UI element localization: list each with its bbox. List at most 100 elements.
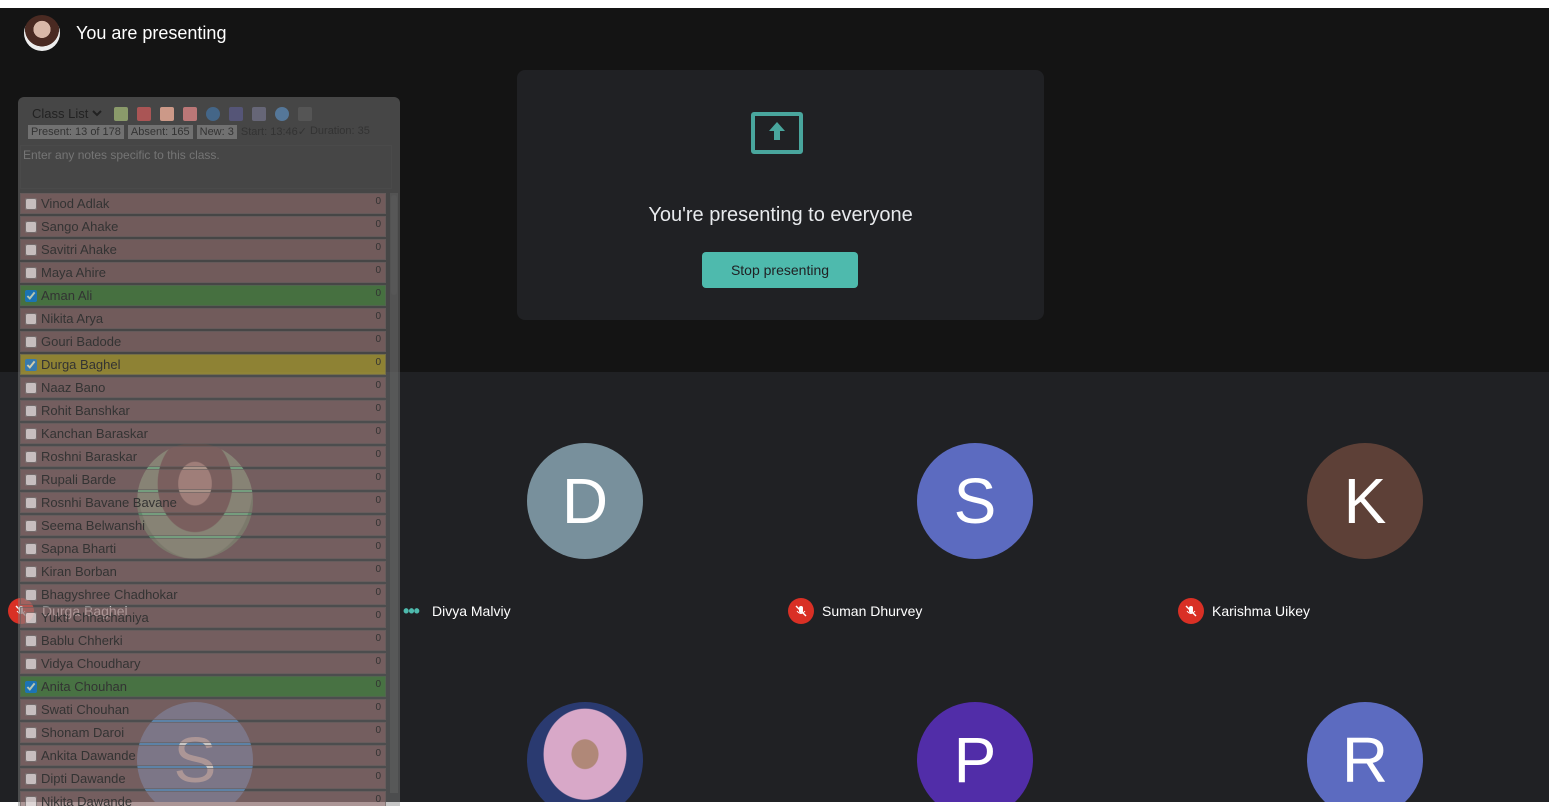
phone-icon[interactable]: 0 [375, 403, 381, 414]
attendance-checkbox[interactable] [25, 404, 37, 417]
attendance-checkbox[interactable] [25, 657, 37, 670]
attendance-checkbox[interactable] [25, 427, 37, 440]
notes-icon[interactable] [114, 106, 128, 121]
html-icon[interactable] [252, 106, 266, 121]
attendance-checkbox[interactable] [25, 496, 37, 509]
phone-icon[interactable]: 0 [375, 265, 381, 276]
student-row[interactable]: Naaz Bano 0 [20, 377, 386, 398]
student-row[interactable]: Swati Chouhan 0 [20, 699, 386, 720]
participant-tile[interactable]: S Suman Dhurvey [780, 372, 1170, 624]
attendance-checkbox[interactable] [25, 335, 37, 348]
attendance-checkbox[interactable] [25, 381, 37, 394]
class-list-select[interactable]: Class List [28, 105, 105, 122]
phone-icon[interactable]: 0 [375, 495, 381, 506]
phone-icon[interactable]: 0 [375, 771, 381, 782]
attendance-checkbox[interactable] [25, 726, 37, 739]
phone-icon[interactable]: 0 [375, 656, 381, 667]
attendance-checkbox[interactable] [25, 634, 37, 647]
attendance-checkbox[interactable] [25, 220, 37, 233]
student-row[interactable]: Aman Ali 0 [20, 285, 386, 306]
stop-presenting-button[interactable]: Stop presenting [702, 252, 858, 288]
globe-icon[interactable] [206, 106, 220, 121]
phone-icon[interactable]: 0 [375, 311, 381, 322]
pin-icon[interactable] [298, 106, 312, 121]
phone-icon[interactable]: 0 [375, 518, 381, 529]
phone-icon[interactable]: 0 [375, 725, 381, 736]
attendance-checkbox[interactable] [25, 772, 37, 785]
student-row[interactable]: Maya Ahire 0 [20, 262, 386, 283]
student-row[interactable]: Kanchan Baraskar 0 [20, 423, 386, 444]
attendance-checkbox[interactable] [25, 289, 37, 302]
eraser-icon[interactable] [183, 106, 197, 121]
student-row[interactable]: Rohit Banshkar 0 [20, 400, 386, 421]
phone-icon[interactable]: 0 [375, 334, 381, 345]
attendance-checkbox[interactable] [25, 243, 37, 256]
attendance-checkbox[interactable] [25, 611, 37, 624]
class-notes-field[interactable] [20, 145, 392, 189]
delete-icon[interactable] [137, 106, 151, 121]
student-row[interactable]: Seema Belwanshi 0 [20, 515, 386, 536]
attendance-checkbox[interactable] [25, 450, 37, 463]
phone-icon[interactable]: 0 [375, 357, 381, 368]
attendance-checkbox[interactable] [25, 680, 37, 693]
phone-icon[interactable]: 0 [375, 472, 381, 483]
participant-tile[interactable]: D ••• Divya Malviy [390, 372, 780, 621]
phone-icon[interactable]: 0 [375, 541, 381, 552]
student-row[interactable]: Nikita Dawande 0 [20, 791, 386, 806]
student-row[interactable]: Rupali Barde 0 [20, 469, 386, 490]
phone-icon[interactable]: 0 [375, 633, 381, 644]
attendance-checkbox[interactable] [25, 519, 37, 532]
attendance-checkbox[interactable] [25, 542, 37, 555]
student-row[interactable]: Gouri Badode 0 [20, 331, 386, 352]
phone-icon[interactable]: 0 [375, 449, 381, 460]
attendance-checkbox[interactable] [25, 588, 37, 601]
attendance-checkbox[interactable] [25, 565, 37, 578]
student-row[interactable]: Shonam Daroi 0 [20, 722, 386, 743]
phone-icon[interactable]: 0 [375, 380, 381, 391]
student-row[interactable]: Sango Ahake 0 [20, 216, 386, 237]
student-row[interactable]: Bhagyshree Chadhokar 0 [20, 584, 386, 605]
attendance-checkbox[interactable] [25, 703, 37, 716]
attendance-checkbox[interactable] [25, 358, 37, 371]
phone-icon[interactable]: 0 [375, 610, 381, 621]
student-row[interactable]: Rosnhi Bavane Bavane 0 [20, 492, 386, 513]
student-list-scrollbar[interactable] [390, 193, 398, 793]
student-row[interactable]: Bablu Chherki 0 [20, 630, 386, 651]
phone-icon[interactable]: 0 [375, 426, 381, 437]
student-row[interactable]: Roshni Baraskar 0 [20, 446, 386, 467]
student-row[interactable]: Yukti Chhachaniya 0 [20, 607, 386, 628]
student-row[interactable]: Vinod Adlak 0 [20, 193, 386, 214]
student-row[interactable]: Vidya Choudhary 0 [20, 653, 386, 674]
settings-icon[interactable] [275, 106, 289, 121]
phone-icon[interactable]: 0 [375, 748, 381, 759]
phone-icon[interactable]: 0 [375, 288, 381, 299]
document-icon[interactable] [160, 106, 174, 121]
attendance-checkbox[interactable] [25, 473, 37, 486]
attendance-checkbox[interactable] [25, 266, 37, 279]
participant-tile[interactable]: K Karishma Uikey [1170, 372, 1549, 624]
participant-tile[interactable]: R [1170, 631, 1549, 802]
student-row[interactable]: Anita Chouhan 0 [20, 676, 386, 697]
phone-icon[interactable]: 0 [375, 794, 381, 805]
student-row[interactable]: Durga Baghel 0 [20, 354, 386, 375]
phone-icon[interactable]: 0 [375, 587, 381, 598]
phone-icon[interactable]: 0 [375, 679, 381, 690]
attendance-checkbox[interactable] [25, 312, 37, 325]
participant-tile[interactable] [390, 631, 780, 802]
student-row[interactable]: Ankita Dawande 0 [20, 745, 386, 766]
save-icon[interactable] [229, 106, 243, 121]
attendance-checkbox[interactable] [25, 749, 37, 762]
phone-icon[interactable]: 0 [375, 196, 381, 207]
scrollbar-thumb[interactable] [391, 195, 397, 295]
attendance-checkbox[interactable] [25, 197, 37, 210]
student-row[interactable]: Nikita Arya 0 [20, 308, 386, 329]
student-row[interactable]: Dipti Dawande 0 [20, 768, 386, 789]
phone-icon[interactable]: 0 [375, 564, 381, 575]
participant-tile[interactable]: P [780, 631, 1170, 802]
student-row[interactable]: Savitri Ahake 0 [20, 239, 386, 260]
student-row[interactable]: Sapna Bharti 0 [20, 538, 386, 559]
phone-icon[interactable]: 0 [375, 219, 381, 230]
attendance-checkbox[interactable] [25, 795, 37, 806]
phone-icon[interactable]: 0 [375, 702, 381, 713]
phone-icon[interactable]: 0 [375, 242, 381, 253]
